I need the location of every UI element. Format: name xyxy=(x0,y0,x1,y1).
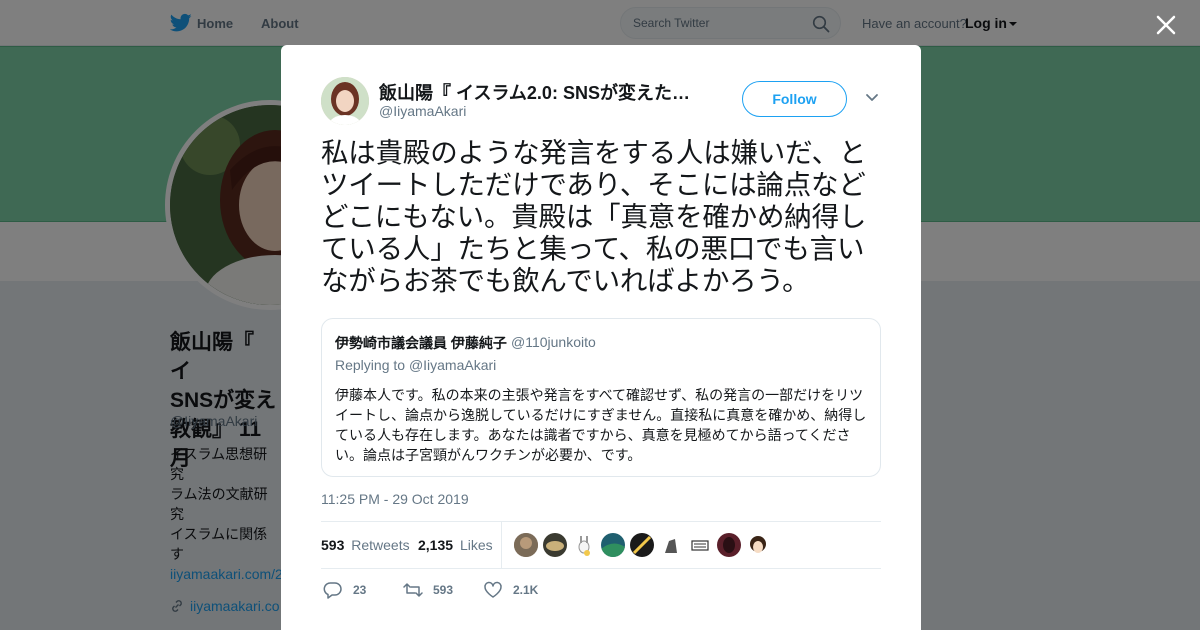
retweets-stat[interactable]: 593 Retweets xyxy=(321,537,410,553)
liker-avatar[interactable] xyxy=(717,533,741,557)
liker-avatar[interactable] xyxy=(746,533,770,557)
tweet-actions: 23 593 2.1K xyxy=(321,579,881,601)
liker-avatar[interactable] xyxy=(572,533,596,557)
tweet-timestamp[interactable]: 11:25 PM - 29 Oct 2019 xyxy=(321,491,469,507)
reply-icon xyxy=(323,582,342,599)
liker-avatar[interactable] xyxy=(688,533,712,557)
chevron-down-icon[interactable] xyxy=(865,93,879,103)
quoted-tweet[interactable]: 伊勢崎市議会議員 伊藤純子 @110junkoito Replying to @… xyxy=(321,318,881,477)
quoted-tweet-text: 伊藤本人です。私の本来の主張や発言をすべて確認せず、私の発言の一部だけをリツイー… xyxy=(335,387,867,463)
likes-count: 2,135 xyxy=(418,537,454,553)
replying-to-handle[interactable]: @IiyamaAkari xyxy=(409,357,496,373)
follow-button[interactable]: Follow xyxy=(742,81,847,117)
tweet-author-avatar[interactable] xyxy=(321,77,369,125)
retweet-button[interactable]: 593 xyxy=(403,579,473,601)
heart-icon xyxy=(484,581,502,598)
tweet-modal: 飯山陽『 イスラム2.0: SNSが変えた… @IiyamaAkari Foll… xyxy=(281,45,921,630)
reply-count: 23 xyxy=(353,583,367,597)
tweet-author-avatar-image xyxy=(321,77,369,125)
retweets-count: 593 xyxy=(321,537,345,553)
tweet-text: 私は貴殿のような発言をする人は嫌いだ、とツイートしただけであり、そこには論点など… xyxy=(321,137,867,297)
tweet-stats: 593 Retweets 2,135 Likes xyxy=(321,521,881,569)
quoted-tweet-author-handle: @110junkoito xyxy=(511,334,596,350)
liker-avatar[interactable] xyxy=(543,533,567,557)
retweet-count: 593 xyxy=(433,583,454,597)
reply-button[interactable]: 23 xyxy=(323,579,383,601)
retweet-icon xyxy=(403,583,423,597)
stats-divider xyxy=(501,522,502,568)
replying-to-label: Replying to xyxy=(335,357,406,373)
likes-stat[interactable]: 2,135 Likes xyxy=(418,537,493,553)
quoted-tweet-replying-to: Replying to @IiyamaAkari xyxy=(335,357,496,373)
quoted-tweet-author-name: 伊勢崎市議会議員 伊藤純子 xyxy=(335,335,507,351)
liker-avatar[interactable] xyxy=(601,533,625,557)
like-button[interactable]: 2.1K xyxy=(483,579,563,601)
likes-label: Likes xyxy=(459,537,493,553)
tweet-author-name[interactable]: 飯山陽『 イスラム2.0: SNSが変えた… xyxy=(379,79,699,105)
liker-avatar[interactable] xyxy=(514,533,538,557)
like-count: 2.1K xyxy=(513,583,539,597)
liker-avatar[interactable] xyxy=(659,533,683,557)
tweet-author-handle[interactable]: @IiyamaAkari xyxy=(379,103,466,119)
retweets-label: Retweets xyxy=(351,537,410,553)
close-icon[interactable] xyxy=(1154,13,1178,37)
liker-avatar[interactable] xyxy=(630,533,654,557)
